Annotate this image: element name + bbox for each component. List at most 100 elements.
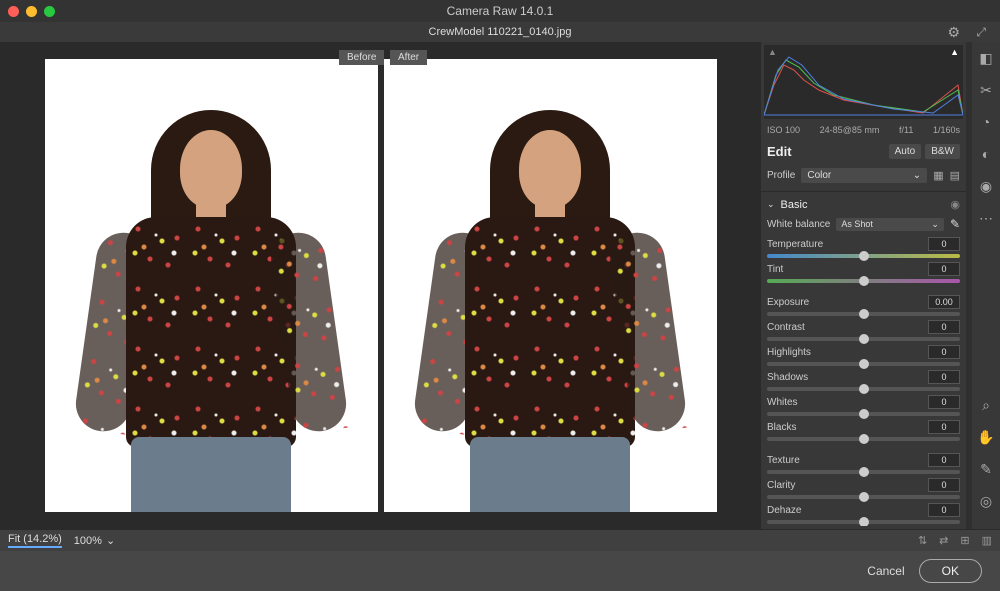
chevron-down-icon: ⌄ (106, 534, 115, 547)
view-compare-icon[interactable]: ⇅ (918, 534, 927, 547)
slider-tint: Tint 0 (767, 260, 960, 285)
histogram[interactable]: ▲ ▲ (764, 45, 963, 119)
heal-tool-icon[interactable]: ◔ (976, 112, 996, 132)
slider-track[interactable] (767, 312, 960, 316)
slider-value-input[interactable]: 0.00 (928, 295, 960, 309)
close-icon[interactable] (8, 6, 19, 17)
slider-label: Blacks (767, 422, 796, 433)
slider-knob[interactable] (859, 467, 869, 477)
slider-track[interactable] (767, 520, 960, 524)
slider-value-input[interactable]: 0 (928, 320, 960, 334)
slider-track[interactable] (767, 362, 960, 366)
zoom-tool-icon[interactable]: ⌕ (976, 395, 996, 415)
slider-knob[interactable] (859, 334, 869, 344)
slider-clarity: Clarity 0 (767, 476, 960, 501)
fullscreen-icon[interactable]: ⤢ (976, 25, 986, 40)
view-split-icon[interactable]: ⊞ (960, 534, 969, 547)
slider-label: Clarity (767, 480, 795, 491)
after-image[interactable] (384, 59, 717, 512)
slider-track[interactable] (767, 279, 960, 283)
slider-value-input[interactable]: 0 (928, 395, 960, 409)
slider-track[interactable] (767, 412, 960, 416)
slider-knob[interactable] (859, 409, 869, 419)
slider-value-input[interactable]: 0 (928, 370, 960, 384)
slider-label: Whites (767, 397, 798, 408)
slider-label: Contrast (767, 322, 805, 333)
crop-tool-icon[interactable]: ✂ (976, 80, 996, 100)
slider-track[interactable] (767, 387, 960, 391)
bw-button[interactable]: B&W (925, 144, 960, 159)
view-swap-icon[interactable]: ⇄ (939, 534, 948, 547)
chevron-down-icon[interactable]: ⌄ (767, 199, 775, 210)
slider-knob[interactable] (859, 276, 869, 286)
filename-label: CrewModel 110221_0140.jpg (429, 26, 572, 38)
redeye-tool-icon[interactable]: ◉ (976, 176, 996, 196)
highlight-clip-icon[interactable]: ▲ (950, 47, 959, 57)
slider-knob[interactable] (859, 384, 869, 394)
slider-knob[interactable] (859, 251, 869, 261)
cancel-button[interactable]: Cancel (867, 564, 904, 578)
slider-label: Tint (767, 264, 783, 275)
maximize-icon[interactable] (44, 6, 55, 17)
slider-value-input[interactable]: 0 (928, 420, 960, 434)
slider-temperature: Temperature0 (767, 235, 960, 260)
basic-section-header[interactable]: Basic (781, 199, 945, 211)
profile-label: Profile (767, 170, 795, 181)
more-tool-icon[interactable]: ⋯ (976, 208, 996, 228)
slider-value-input[interactable]: 0 (928, 237, 960, 251)
slider-track[interactable] (767, 337, 960, 341)
slider-value-input[interactable]: 0 (928, 345, 960, 359)
slider-knob[interactable] (859, 359, 869, 369)
slider-dehaze: Dehaze0 (767, 501, 960, 526)
auto-button[interactable]: Auto (889, 144, 922, 159)
slider-value-input[interactable]: 0 (928, 453, 960, 467)
eyedropper-icon[interactable]: ✎ (950, 217, 960, 231)
edit-panel: ▲ ▲ ISO 100 24-85@85 mm f/11 1/160s Edit… (761, 42, 966, 529)
ok-button[interactable]: OK (919, 559, 982, 583)
slider-highlights: Highlights0 (767, 343, 960, 368)
wb-tool-icon[interactable]: ✎ (976, 459, 996, 479)
bottom-bar: Fit (14.2%) 100% ⌄ ⇅ ⇄ ⊞ ▥ (0, 529, 1000, 551)
slider-label: Texture (767, 455, 800, 466)
lens-label: 24-85@85 mm (820, 125, 880, 135)
zoom-level-select[interactable]: 100% ⌄ (74, 534, 115, 547)
white-balance-select[interactable]: As Shot ⌄ (836, 218, 944, 231)
target-tool-icon[interactable]: ◎ (976, 491, 996, 511)
mask-tool-icon[interactable]: ◐ (976, 144, 996, 164)
filmstrip-icon[interactable]: ▥ (982, 534, 992, 547)
shutter-label: 1/160s (933, 125, 960, 135)
visibility-icon[interactable]: ◉ (950, 198, 960, 211)
slider-value-input[interactable]: 0 (928, 503, 960, 517)
edit-tool-icon[interactable]: ◧ (976, 48, 996, 68)
slider-knob[interactable] (859, 434, 869, 444)
profile-grid-icon[interactable]: ▦ (933, 169, 943, 182)
hand-tool-icon[interactable]: ✋ (976, 427, 996, 447)
slider-knob[interactable] (859, 309, 869, 319)
slider-track[interactable] (767, 495, 960, 499)
slider-track[interactable] (767, 254, 960, 258)
slider-knob[interactable] (859, 492, 869, 502)
zoom-fit-button[interactable]: Fit (14.2%) (8, 533, 62, 548)
slider-label: Shadows (767, 372, 808, 383)
chevron-down-icon: ⌄ (913, 170, 921, 181)
footer-bar: Cancel OK (0, 551, 1000, 591)
slider-value-input[interactable]: 0 (928, 478, 960, 492)
profile-select[interactable]: Color ⌄ (801, 168, 927, 183)
profile-browse-icon[interactable]: ▤ (950, 169, 960, 182)
tab-after[interactable]: After (390, 50, 427, 65)
gear-icon[interactable]: ⚙ (947, 24, 960, 41)
preview-canvas: Before After (0, 42, 761, 529)
slider-blacks: Blacks 0 (767, 418, 960, 443)
shadow-clip-icon[interactable]: ▲ (768, 47, 777, 57)
before-image[interactable] (45, 59, 378, 512)
slider-track[interactable] (767, 470, 960, 474)
edit-header: Edit (767, 144, 792, 159)
window-controls (8, 6, 55, 17)
slider-texture: Texture 0 (767, 451, 960, 476)
minimize-icon[interactable] (26, 6, 37, 17)
slider-track[interactable] (767, 437, 960, 441)
tab-before[interactable]: Before (339, 50, 384, 65)
slider-value-input[interactable]: 0 (928, 262, 960, 276)
slider-contrast: Contrast 0 (767, 318, 960, 343)
slider-knob[interactable] (859, 517, 869, 526)
